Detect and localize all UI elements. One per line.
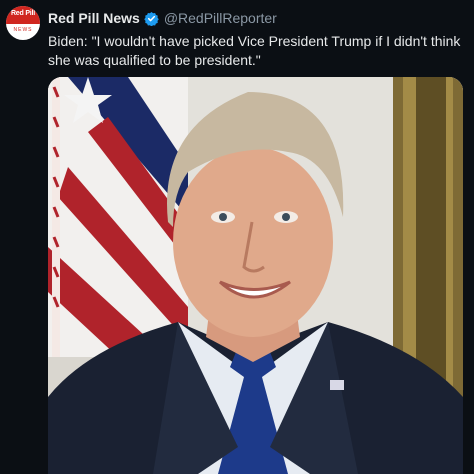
avatar[interactable]: Red Pill NEWS (6, 6, 40, 40)
display-name[interactable]: Red Pill News (48, 10, 140, 26)
tweet-card[interactable]: Red Pill NEWS Red Pill News @RedPillRepo… (0, 0, 474, 474)
avatar-logo-subtext: NEWS (13, 27, 33, 33)
verified-badge-icon (144, 11, 159, 26)
portrait-illustration (48, 77, 463, 474)
american-flag (48, 77, 188, 357)
tweet-media-image[interactable] (48, 77, 463, 474)
face (173, 147, 333, 337)
tweet-text: Biden: "I wouldn't have picked Vice Pres… (48, 33, 461, 68)
lapel-pin (330, 380, 344, 390)
tweet-header: Red Pill News @RedPillReporter (48, 8, 277, 28)
account-handle[interactable]: @RedPillReporter (164, 10, 277, 26)
avatar-logo-text: Red Pill (10, 10, 36, 17)
